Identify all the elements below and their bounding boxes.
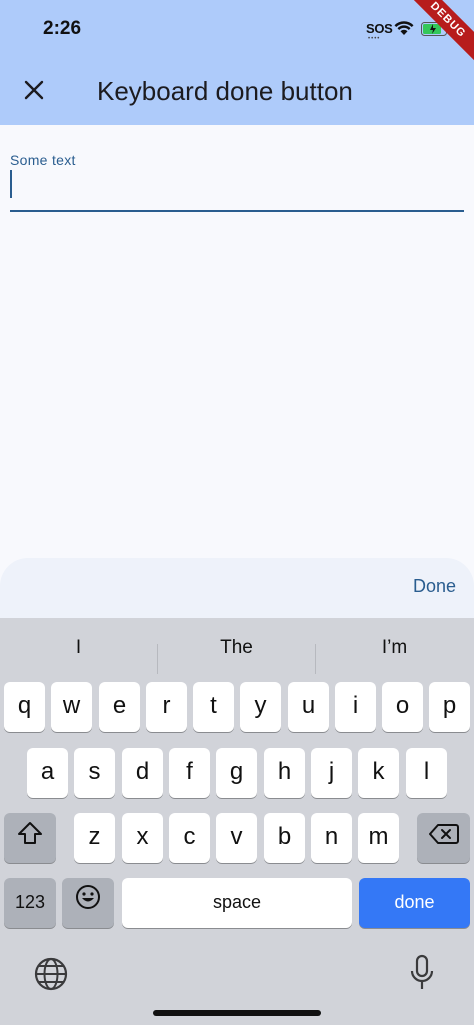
key-x[interactable]: x <box>122 813 163 863</box>
app-bar: 2:26 SOS •••• DEBUG Keyboard done button <box>0 0 474 125</box>
keyboard-accessory-bar: Done <box>0 558 474 618</box>
suggestion-bar: I The I’m <box>0 630 474 674</box>
key-p[interactable]: p <box>429 682 470 732</box>
key-s[interactable]: s <box>74 748 115 798</box>
shift-key[interactable] <box>4 813 56 863</box>
field-label: Some text <box>10 152 76 168</box>
key-v[interactable]: v <box>216 813 257 863</box>
key-q[interactable]: q <box>4 682 45 732</box>
suggestion-item[interactable]: I <box>0 630 157 666</box>
key-y[interactable]: y <box>240 682 281 732</box>
page-title: Keyboard done button <box>97 76 353 106</box>
key-o[interactable]: o <box>382 682 423 732</box>
key-c[interactable]: c <box>169 813 210 863</box>
key-e[interactable]: e <box>99 682 140 732</box>
key-n[interactable]: n <box>311 813 352 863</box>
keyboard: I The I’m q w e r t y u i o p a s d f g … <box>0 618 474 1025</box>
text-cursor <box>10 170 12 198</box>
wifi-icon <box>393 20 415 41</box>
key-g[interactable]: g <box>216 748 257 798</box>
key-b[interactable]: b <box>264 813 305 863</box>
key-h[interactable]: h <box>264 748 305 798</box>
emoji-key[interactable] <box>62 878 114 928</box>
key-z[interactable]: z <box>74 813 115 863</box>
suggestion-item[interactable]: I’m <box>316 630 473 666</box>
done-accessory-button[interactable]: Done <box>413 576 456 597</box>
globe-icon[interactable] <box>33 956 69 997</box>
home-indicator <box>153 1010 321 1016</box>
key-t[interactable]: t <box>193 682 234 732</box>
backspace-icon <box>428 814 459 862</box>
some-text-input[interactable] <box>10 168 464 212</box>
emoji-icon <box>75 879 101 927</box>
close-button[interactable] <box>18 76 50 108</box>
return-done-key[interactable]: done <box>359 878 470 928</box>
key-m[interactable]: m <box>358 813 399 863</box>
close-icon <box>24 80 44 105</box>
space-key[interactable]: space <box>122 878 352 928</box>
numbers-key[interactable]: 123 <box>4 878 56 928</box>
backspace-key[interactable] <box>417 813 470 863</box>
key-r[interactable]: r <box>146 682 187 732</box>
key-w[interactable]: w <box>51 682 92 732</box>
key-u[interactable]: u <box>288 682 329 732</box>
status-sos: SOS <box>366 21 393 36</box>
key-a[interactable]: a <box>27 748 68 798</box>
signal-dots: •••• <box>368 36 381 42</box>
key-i[interactable]: i <box>335 682 376 732</box>
shift-icon <box>17 814 43 862</box>
key-l[interactable]: l <box>406 748 447 798</box>
key-d[interactable]: d <box>122 748 163 798</box>
key-k[interactable]: k <box>358 748 399 798</box>
microphone-icon[interactable] <box>409 954 435 999</box>
status-time: 2:26 <box>43 18 82 39</box>
key-j[interactable]: j <box>311 748 352 798</box>
suggestion-item[interactable]: The <box>158 630 315 666</box>
key-f[interactable]: f <box>169 748 210 798</box>
